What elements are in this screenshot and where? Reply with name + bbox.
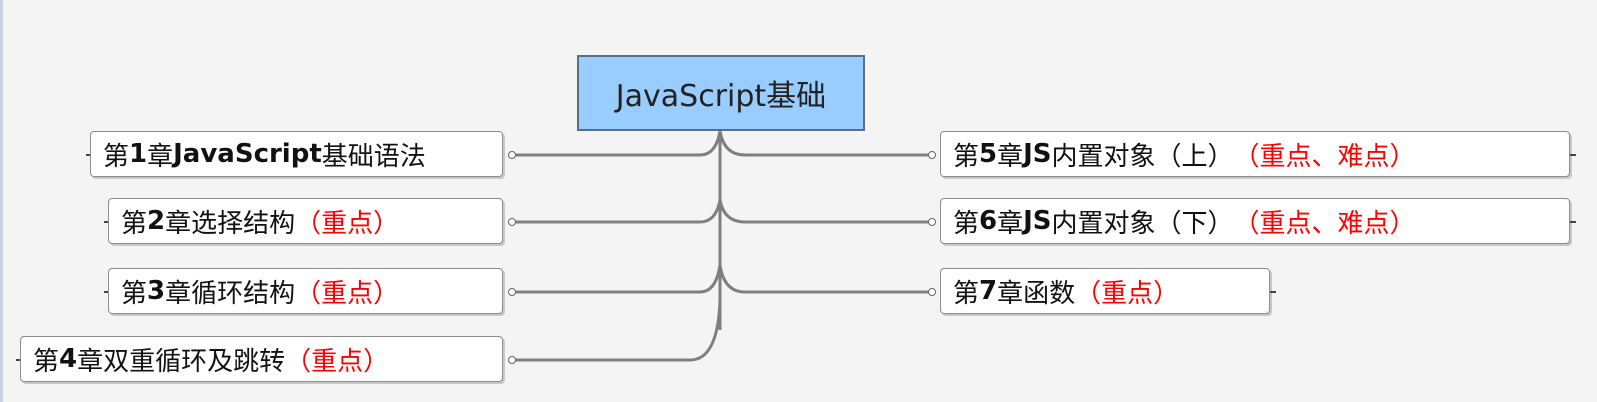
chapter-suffix: 章 xyxy=(997,278,1024,309)
chapter-number: 6 xyxy=(979,206,998,236)
chapter-bold-term: JS xyxy=(1023,139,1052,169)
collapse-knob-ch4[interactable] xyxy=(508,356,516,364)
chapter-bold-term: JavaScript xyxy=(173,139,322,169)
chapter-prefix: 第 xyxy=(103,141,130,172)
root-node[interactable]: JavaScript基础 xyxy=(577,55,865,131)
chapter-node-3[interactable]: 第3章 循环结构 （重点） xyxy=(108,268,503,314)
chapter-highlight: （重点） xyxy=(295,278,400,309)
chapter-node-2[interactable]: 第2章 选择结构 （重点） xyxy=(108,198,503,244)
chapter-highlight: （重点、难点） xyxy=(1233,141,1416,172)
chapter-number: 1 xyxy=(129,139,148,169)
chapter-number: 5 xyxy=(979,139,998,169)
chapter-suffix: 章 xyxy=(147,141,174,172)
root-label: JavaScript基础 xyxy=(615,79,827,114)
chapter-node-4[interactable]: 第4章 双重循环及跳转 （重点） xyxy=(20,336,503,382)
chapter-suffix: 章 xyxy=(77,346,104,377)
chapter-prefix: 第 xyxy=(121,278,148,309)
mindmap-canvas: JavaScript基础 第1章 JavaScript 基础语法 第2章 选择结构… xyxy=(0,0,1597,402)
chapter-prefix: 第 xyxy=(953,278,980,309)
chapter-prefix: 第 xyxy=(953,208,980,239)
chapter-highlight: （重点） xyxy=(285,346,390,377)
chapter-prefix: 第 xyxy=(121,208,148,239)
chapter-title: 内置对象（下） xyxy=(1051,208,1234,239)
connector-ch5 xyxy=(718,130,930,157)
chapter-highlight: （重点） xyxy=(1075,278,1180,309)
connector-ch1 xyxy=(512,130,722,157)
connector-ch3 xyxy=(512,264,722,294)
chapter-node-7[interactable]: 第7章 函数 （重点） xyxy=(940,268,1270,314)
right-tick-ch6 xyxy=(1570,221,1576,223)
collapse-knob-ch2[interactable] xyxy=(508,218,516,226)
chapter-prefix: 第 xyxy=(953,141,980,172)
chapter-title: 循环结构 xyxy=(191,278,296,309)
chapter-suffix: 章 xyxy=(997,141,1024,172)
connector-ch4 xyxy=(512,299,722,362)
right-tick-ch5 xyxy=(1570,154,1576,156)
connector-ch7 xyxy=(718,264,930,294)
chapter-number: 2 xyxy=(147,206,166,236)
connector-ch6 xyxy=(718,199,930,224)
chapter-suffix: 章 xyxy=(165,278,192,309)
chapter-title: 基础语法 xyxy=(321,141,426,172)
collapse-knob-ch3[interactable] xyxy=(508,288,516,296)
chapter-bold-term: JS xyxy=(1023,206,1052,236)
chapter-title: 双重循环及跳转 xyxy=(103,346,286,377)
chapter-number: 7 xyxy=(979,276,998,306)
chapter-number: 3 xyxy=(147,276,166,306)
chapter-highlight: （重点、难点） xyxy=(1233,208,1416,239)
chapter-title: 函数 xyxy=(1023,278,1076,309)
collapse-knob-ch1[interactable] xyxy=(508,151,516,159)
chapter-node-6[interactable]: 第6章 JS 内置对象（下） （重点、难点） xyxy=(940,198,1570,244)
right-tick-ch7 xyxy=(1270,291,1276,293)
chapter-node-5[interactable]: 第5章 JS 内置对象（上） （重点、难点） xyxy=(940,131,1570,177)
chapter-suffix: 章 xyxy=(997,208,1024,239)
chapter-highlight: （重点） xyxy=(295,208,400,239)
chapter-title: 内置对象（上） xyxy=(1051,141,1234,172)
collapse-knob-ch6[interactable] xyxy=(928,218,936,226)
chapter-prefix: 第 xyxy=(33,346,60,377)
chapter-title: 选择结构 xyxy=(191,208,296,239)
connector-ch2 xyxy=(512,199,722,224)
collapse-knob-ch7[interactable] xyxy=(928,288,936,296)
collapse-knob-ch5[interactable] xyxy=(928,151,936,159)
chapter-number: 4 xyxy=(59,344,78,374)
chapter-suffix: 章 xyxy=(165,208,192,239)
chapter-node-1[interactable]: 第1章 JavaScript 基础语法 xyxy=(90,131,503,177)
